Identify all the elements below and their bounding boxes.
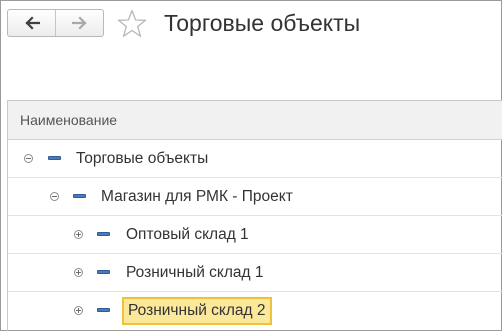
navigation-buttons [7, 9, 104, 37]
column-header-name[interactable]: Наименование [8, 101, 502, 140]
tree-row[interactable]: Магазин для РМК - Проект [8, 178, 502, 216]
tree-row-selected[interactable]: Розничный склад 2 [8, 292, 502, 329]
window-frame: Торговые объекты Наименование Торговые о… [0, 0, 502, 331]
expand-icon[interactable] [74, 306, 83, 315]
back-button[interactable] [8, 10, 55, 36]
page-title: Торговые объекты [164, 10, 361, 36]
tree-row-label: Магазин для РМК - Проект [101, 188, 293, 205]
tree-row-label: Торговые объекты [76, 150, 209, 167]
star-outline-icon [117, 9, 147, 37]
column-header-label: Наименование [20, 112, 118, 128]
expand-icon[interactable] [74, 268, 83, 277]
tree-row[interactable]: Торговые объекты [8, 140, 502, 178]
item-icon [97, 232, 110, 236]
tree-row-label: Оптовый склад 1 [126, 226, 249, 243]
item-icon [97, 308, 110, 312]
collapse-icon[interactable] [50, 192, 59, 201]
tree-row[interactable]: Розничный склад 1 [8, 254, 502, 292]
collapse-icon[interactable] [24, 154, 33, 163]
arrow-left-icon [24, 16, 40, 30]
tree-row[interactable]: Оптовый склад 1 [8, 216, 502, 254]
item-icon [97, 270, 110, 274]
favorite-button[interactable] [116, 8, 148, 40]
group-item-icon [48, 156, 61, 160]
group-item-icon [73, 194, 86, 198]
forward-button[interactable] [55, 10, 103, 36]
tree-row-label: Розничный склад 1 [126, 264, 264, 281]
tree-row-label: Розничный склад 2 [122, 297, 272, 325]
expand-icon[interactable] [74, 230, 83, 239]
arrow-right-icon [71, 16, 87, 30]
tree-list: Наименование Торговые объекты Магазин дл… [7, 100, 502, 331]
